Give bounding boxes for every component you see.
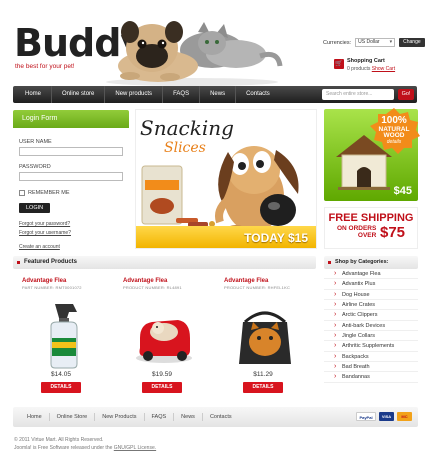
snacking-slices-banner[interactable]: Snacking Slices TODAY $15 — [135, 109, 317, 249]
spray-bottle-image[interactable] — [33, 298, 93, 370]
remember-me: REMEMBER ME — [19, 190, 123, 196]
badge-percent: 100% — [381, 115, 407, 126]
product-price: $11.29 — [253, 371, 273, 378]
categories-title: Shop by Categories: — [324, 256, 418, 269]
badge-details[interactable]: details — [366, 139, 422, 145]
footer-home[interactable]: Home — [13, 413, 50, 421]
product-details-button[interactable]: DETAILS — [41, 382, 81, 393]
product-card: Advantage Flea PART NUMBER: RMT0001072 $… — [13, 278, 109, 398]
forgot-username-link[interactable]: Forgot your username? — [19, 230, 123, 236]
license-link[interactable]: GNU/GPL License. — [114, 445, 156, 451]
product-price: $14.05 — [51, 371, 71, 378]
nav-online-store[interactable]: Online store — [52, 86, 106, 103]
password-label: PASSWORD — [19, 164, 51, 170]
password-field[interactable] — [19, 172, 123, 181]
pet-carrier-image[interactable] — [235, 298, 295, 370]
nav-faqs[interactable]: FAQS — [163, 86, 201, 103]
username-field[interactable] — [19, 147, 123, 156]
currency-selector: Currencies: US Dollar Change — [323, 38, 425, 47]
footer-news[interactable]: News — [174, 413, 203, 421]
product-card: Advantage Flea PRODUCT NUMBER: RHFEL1KC … — [215, 278, 311, 398]
cart-count: 0 products Show Cart — [347, 66, 395, 72]
copyright: © 2011 Virtue Mart. All Rights Reserved. — [14, 437, 104, 443]
header: Buddy the best for your pet! Currencies:… — [0, 0, 430, 86]
visa-icon: VISA — [379, 412, 394, 421]
product-part-number: PRODUCT NUMBER: RL4891 — [123, 285, 182, 290]
product-details-button[interactable]: DETAILS — [243, 382, 283, 393]
currency-label: Currencies: — [323, 39, 352, 46]
nav-news[interactable]: News — [200, 86, 237, 103]
category-item[interactable]: Jingle Collars — [324, 331, 418, 342]
create-account-link[interactable]: Create an account — [19, 244, 123, 250]
search-go-button[interactable]: Go! — [398, 89, 414, 100]
login-button[interactable]: LOGIN — [19, 203, 51, 213]
cart-icon[interactable]: 🛒 — [334, 59, 344, 69]
category-item[interactable]: Advantage Flea — [324, 269, 418, 280]
nav-home[interactable]: Home — [13, 86, 53, 103]
free-shipping-condition: ON ORDERS OVER — [337, 225, 377, 239]
banner-offer-price: TODAY $15 — [244, 231, 308, 245]
category-item[interactable]: Bad Breath — [324, 362, 418, 373]
featured-products-title: Featured Products — [13, 256, 316, 269]
mastercard-icon: MC — [397, 412, 412, 421]
search-input[interactable]: Search entire store... — [322, 89, 394, 100]
pug-and-cat-image — [106, 21, 283, 86]
currency-select[interactable]: US Dollar — [355, 38, 396, 47]
product-name[interactable]: Advantage Flea — [123, 278, 210, 284]
paypal-icon: PayPal — [356, 412, 376, 421]
free-shipping-promo[interactable]: FREE SHIPPING ON ORDERS OVER $75 — [324, 207, 418, 249]
free-shipping-title: FREE SHIPPING — [328, 212, 414, 224]
category-item[interactable]: Backpacks — [324, 352, 418, 363]
main-nav: Home Online store New products FAQS News… — [13, 86, 417, 103]
username-label: USER NAME — [19, 139, 52, 145]
category-item[interactable]: Dog House — [324, 290, 418, 301]
category-item[interactable]: Arthritic Supplements — [324, 341, 418, 352]
license-text: Joomla! is Free Software released under … — [14, 445, 113, 451]
show-cart-link[interactable]: Show Cart — [372, 66, 395, 72]
cart-count-text: 0 products — [347, 66, 371, 72]
category-item[interactable]: Anti-bark Devices — [324, 321, 418, 332]
product-price: $19.59 — [152, 371, 172, 378]
footer-contacts[interactable]: Contacts — [203, 413, 239, 421]
natural-wood-badge-text: 100% NATURAL WOOD details — [366, 115, 422, 145]
nav-contacts[interactable]: Contacts — [236, 86, 280, 103]
category-item[interactable]: Bandannas — [324, 372, 418, 383]
footer-online-store[interactable]: Online Store — [50, 413, 96, 421]
dog-house-price: $45 — [393, 185, 412, 197]
product-part-number: PART NUMBER: RMT0001072 — [22, 285, 82, 290]
product-name[interactable]: Advantage Flea — [224, 278, 311, 284]
login-form-title: Login Form — [13, 110, 129, 128]
featured-products: Featured Products Advantage Flea PART NU… — [13, 256, 316, 398]
license-notice: Joomla! is Free Software released under … — [14, 445, 156, 451]
remember-me-label: REMEMBER ME — [28, 190, 70, 196]
footer-faqs[interactable]: FAQS — [145, 413, 175, 421]
product-part-number: PRODUCT NUMBER: RHFEL1KC — [224, 285, 291, 290]
category-item[interactable]: Arctic Clippers — [324, 310, 418, 321]
currency-change-button[interactable]: Change — [399, 38, 425, 47]
red-car-bed-image[interactable] — [134, 298, 194, 370]
product-name[interactable]: Advantage Flea — [22, 278, 109, 284]
category-item[interactable]: Airline Crates — [324, 300, 418, 311]
login-form: Login Form USER NAME PASSWORD REMEMBER M… — [13, 110, 129, 250]
remember-me-checkbox[interactable] — [19, 190, 25, 196]
category-item[interactable]: Advantix Plus — [324, 279, 418, 290]
free-shipping-amount: $75 — [380, 224, 406, 241]
forgot-password-link[interactable]: Forgot your password? — [19, 221, 123, 227]
free-shipping-over: OVER — [357, 231, 377, 239]
footer-nav: Home Online Store New Products FAQS News… — [13, 407, 418, 427]
nav-new-products[interactable]: New products — [105, 86, 164, 103]
footer-new-products[interactable]: New Products — [95, 413, 145, 421]
categories-sidebar: Shop by Categories: Advantage Flea Advan… — [324, 256, 418, 398]
product-card: Advantage Flea PRODUCT NUMBER: RL4891 $1… — [114, 278, 210, 398]
cart-title: Shopping Cart — [347, 58, 385, 64]
tagline: the best for your pet! — [15, 63, 75, 70]
product-details-button[interactable]: DETAILS — [142, 382, 182, 393]
